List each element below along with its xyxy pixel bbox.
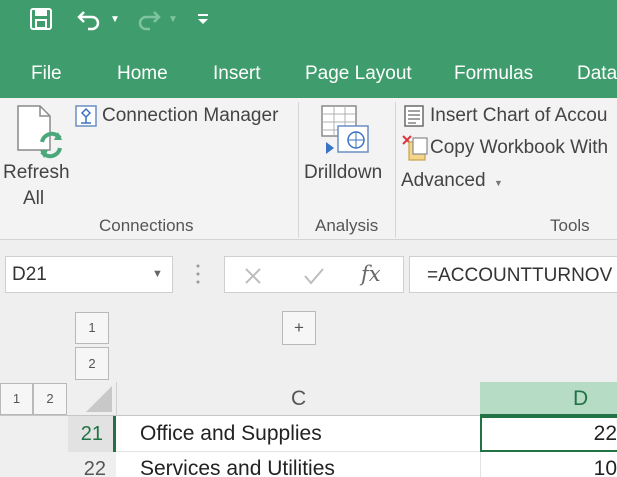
- drilldown-button[interactable]: Drilldown: [302, 100, 392, 190]
- column-header-c[interactable]: C: [116, 382, 480, 416]
- connections-group-label: Connections: [99, 216, 194, 235]
- tab-formulas[interactable]: Formulas: [454, 63, 533, 85]
- insert-chart-label: Insert Chart of Accou: [430, 105, 608, 126]
- tab-home[interactable]: Home: [117, 63, 168, 85]
- cell-d21[interactable]: 22: [480, 416, 617, 452]
- table-row: 22 Services and Utilities 10: [0, 452, 617, 477]
- redo-icon[interactable]: [134, 6, 162, 32]
- formula-input[interactable]: =ACCOUNTTURNOV: [409, 256, 617, 293]
- select-all-button[interactable]: [68, 382, 116, 416]
- table-row: 21 Office and Supplies 22: [0, 416, 617, 452]
- analysis-group-label: Analysis: [315, 216, 379, 235]
- ribbon-tabs: File Home Insert Page Layout Formulas Da…: [0, 40, 617, 98]
- formula-bar-area: D21 ▼ fx =ACCOUNTTURNOV: [0, 240, 617, 302]
- redo-dropdown-icon[interactable]: ▼: [168, 14, 178, 25]
- insert-chart-of-accounts-button[interactable]: Insert Chart of Accou: [401, 102, 617, 132]
- tab-insert[interactable]: Insert: [213, 63, 261, 85]
- name-box-value: D21: [12, 264, 47, 285]
- refresh-all-label-1: Refresh: [3, 162, 70, 183]
- cell-c22[interactable]: Services and Utilities: [116, 452, 480, 477]
- row-outline-level-2[interactable]: 2: [33, 383, 67, 415]
- column-header-row: 1 2 C D: [0, 382, 617, 416]
- row-header-22[interactable]: 22: [68, 452, 116, 477]
- refresh-all-button[interactable]: Refresh All: [0, 100, 70, 212]
- copy-workbook-icon: [401, 134, 429, 162]
- undo-dropdown-icon[interactable]: ▼: [110, 14, 120, 25]
- expand-group-button[interactable]: +: [282, 311, 316, 345]
- name-box[interactable]: D21 ▼: [5, 256, 173, 293]
- outline-area: 1 2 +: [0, 302, 617, 382]
- tab-page-layout[interactable]: Page Layout: [305, 63, 412, 85]
- column-header-d[interactable]: D: [480, 382, 617, 416]
- quick-access-toolbar: ▼ ▼: [0, 0, 617, 40]
- column-outline-level-2[interactable]: 2: [75, 347, 109, 380]
- connection-manager-label: Connection Manager: [102, 105, 279, 126]
- enter-icon[interactable]: [303, 266, 325, 286]
- column-outline-level-1[interactable]: 1: [75, 312, 109, 344]
- refresh-all-label-2: All: [23, 188, 45, 209]
- formula-text: =ACCOUNTTURNOV: [427, 265, 613, 286]
- row-outline-level-1[interactable]: 1: [0, 383, 33, 415]
- column-header-d-label: D: [573, 387, 589, 410]
- chevron-down-icon: ▼: [494, 178, 503, 188]
- tab-file[interactable]: File: [31, 63, 62, 85]
- cell-d22[interactable]: 10: [480, 452, 617, 477]
- insert-function-icon[interactable]: fx: [361, 262, 381, 286]
- connection-manager-icon: [74, 104, 98, 128]
- drilldown-icon: [320, 104, 372, 156]
- cell-c21[interactable]: Office and Supplies: [116, 416, 480, 452]
- tab-data[interactable]: Data: [577, 63, 617, 85]
- ribbon: Refresh All Connection Manager Connectio…: [0, 98, 617, 240]
- copy-workbook-label: Copy Workbook With: [430, 137, 609, 158]
- customize-qat-icon[interactable]: [196, 8, 210, 28]
- group-separator: [298, 102, 299, 238]
- connection-manager-button[interactable]: Connection Manager: [72, 102, 294, 132]
- refresh-icon: [14, 104, 64, 160]
- name-box-dropdown-icon[interactable]: ▼: [152, 268, 163, 280]
- formula-buttons: fx: [224, 256, 404, 293]
- advanced-dropdown[interactable]: Advanced ▼: [401, 168, 511, 196]
- group-separator: [395, 102, 396, 238]
- row-header-21[interactable]: 21: [68, 416, 116, 452]
- cancel-icon[interactable]: [243, 266, 263, 286]
- drilldown-label: Drilldown: [304, 162, 383, 183]
- copy-workbook-button[interactable]: Copy Workbook With: [401, 134, 617, 164]
- column-header-c-label: C: [291, 387, 307, 410]
- formula-bar-splitter[interactable]: [195, 260, 201, 288]
- chart-of-accounts-icon: [403, 104, 425, 128]
- advanced-label: Advanced: [401, 170, 486, 191]
- tools-group-label: Tools: [550, 216, 590, 235]
- undo-icon[interactable]: [76, 6, 104, 32]
- save-icon[interactable]: [28, 6, 54, 32]
